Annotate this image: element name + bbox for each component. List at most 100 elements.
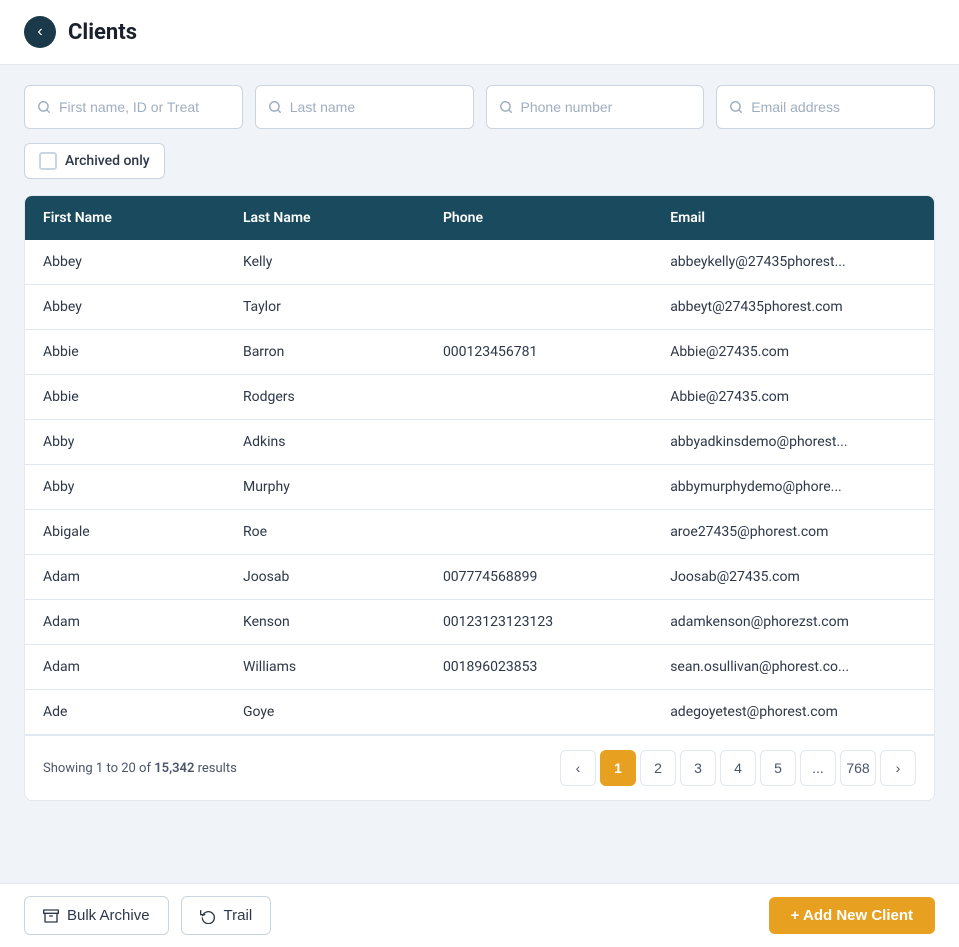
cell-phone (425, 690, 652, 735)
page-4-button[interactable]: 4 (720, 750, 756, 786)
cell-lastname: Kelly (225, 240, 425, 285)
cell-firstname: Abigale (25, 510, 225, 555)
page-3-button[interactable]: 3 (680, 750, 716, 786)
phone-search-input[interactable] (521, 99, 692, 115)
email-search-wrap (716, 85, 935, 129)
cell-phone (425, 285, 652, 330)
search-icon (499, 100, 513, 114)
firstname-search-input[interactable] (59, 99, 230, 115)
main-content: Archived only First Name Last Name Phone… (0, 65, 959, 880)
cell-lastname: Barron (225, 330, 425, 375)
table-row[interactable]: Abbey Taylor abbeyt@27435phorest.com (25, 285, 934, 330)
cell-phone: 000123456781 (425, 330, 652, 375)
cell-email: sean.osullivan@phorest.co... (652, 645, 934, 690)
cell-lastname: Adkins (225, 420, 425, 465)
cell-firstname: Abbey (25, 240, 225, 285)
cell-lastname: Goye (225, 690, 425, 735)
cell-firstname: Abbie (25, 375, 225, 420)
cell-firstname: Abbie (25, 330, 225, 375)
table-row[interactable]: Abigale Roe aroe27435@phorest.com (25, 510, 934, 555)
archive-icon (43, 908, 59, 924)
bulk-archive-button[interactable]: Bulk Archive (24, 896, 169, 935)
cell-email: Joosab@27435.com (652, 555, 934, 600)
cell-lastname: Kenson (225, 600, 425, 645)
search-icon (729, 100, 743, 114)
cell-lastname: Williams (225, 645, 425, 690)
cell-phone: 007774568899 (425, 555, 652, 600)
cell-firstname: Adam (25, 600, 225, 645)
trail-icon (200, 908, 216, 924)
archived-only-toggle[interactable]: Archived only (24, 143, 165, 179)
page-last-button[interactable]: 768 (840, 750, 876, 786)
table-row[interactable]: Abby Murphy abbymurphydemo@phore... (25, 465, 934, 510)
search-icon (268, 100, 282, 114)
add-new-client-button[interactable]: + Add New Client (769, 897, 935, 934)
page-header: ‹ Clients (0, 0, 959, 65)
table-row[interactable]: Abby Adkins abbyadkinsdemo@phorest... (25, 420, 934, 465)
cell-email: abbymurphydemo@phore... (652, 465, 934, 510)
pagination: ‹ 1 2 3 4 5 ... 768 › (560, 750, 916, 786)
table-row[interactable]: Adam Williams 001896023853 sean.osulliva… (25, 645, 934, 690)
table-row[interactable]: Adam Joosab 007774568899 Joosab@27435.co… (25, 555, 934, 600)
showing-text: Showing 1 to 20 of 15,342 results (43, 761, 237, 776)
cell-lastname: Rodgers (225, 375, 425, 420)
page-1-button[interactable]: 1 (600, 750, 636, 786)
cell-firstname: Abby (25, 465, 225, 510)
clients-table-container: First Name Last Name Phone Email Abbey K… (24, 195, 935, 801)
prev-page-button[interactable]: ‹ (560, 750, 596, 786)
footer-bar: Bulk Archive Trail + Add New Client (0, 883, 959, 947)
cell-firstname: Abby (25, 420, 225, 465)
cell-phone (425, 420, 652, 465)
back-button[interactable]: ‹ (24, 16, 56, 48)
page-ellipsis: ... (800, 750, 836, 786)
clients-table: First Name Last Name Phone Email Abbey K… (25, 196, 934, 735)
col-header-email: Email (652, 196, 934, 240)
cell-phone: 001896023853 (425, 645, 652, 690)
email-search-input[interactable] (751, 99, 922, 115)
lastname-search-wrap (255, 85, 474, 129)
cell-lastname: Joosab (225, 555, 425, 600)
table-row[interactable]: Adam Kenson 00123123123123 adamkenson@ph… (25, 600, 934, 645)
firstname-search-wrap (24, 85, 243, 129)
archived-label: Archived only (65, 153, 150, 169)
cell-firstname: Abbey (25, 285, 225, 330)
pagination-row: Showing 1 to 20 of 15,342 results ‹ 1 2 … (25, 735, 934, 800)
page-5-button[interactable]: 5 (760, 750, 796, 786)
cell-email: adamkenson@phorezst.com (652, 600, 934, 645)
cell-email: Abbie@27435.com (652, 375, 934, 420)
table-row[interactable]: Abbie Rodgers Abbie@27435.com (25, 375, 934, 420)
cell-lastname: Taylor (225, 285, 425, 330)
cell-firstname: Ade (25, 690, 225, 735)
cell-firstname: Adam (25, 555, 225, 600)
footer-left-actions: Bulk Archive Trail (24, 896, 271, 935)
page-2-button[interactable]: 2 (640, 750, 676, 786)
cell-lastname: Murphy (225, 465, 425, 510)
col-header-lastname: Last Name (225, 196, 425, 240)
table-body: Abbey Kelly abbeykelly@27435phorest... A… (25, 240, 934, 735)
cell-phone (425, 510, 652, 555)
cell-phone: 00123123123123 (425, 600, 652, 645)
cell-phone (425, 465, 652, 510)
search-row (24, 85, 935, 129)
cell-email: abbeyt@27435phorest.com (652, 285, 934, 330)
table-row[interactable]: Abbie Barron 000123456781 Abbie@27435.co… (25, 330, 934, 375)
search-icon (37, 100, 51, 114)
cell-lastname: Roe (225, 510, 425, 555)
phone-search-wrap (486, 85, 705, 129)
cell-email: adegoyetest@phorest.com (652, 690, 934, 735)
next-page-button[interactable]: › (880, 750, 916, 786)
table-row[interactable]: Ade Goye adegoyetest@phorest.com (25, 690, 934, 735)
cell-firstname: Adam (25, 645, 225, 690)
page-title: Clients (68, 20, 137, 45)
cell-email: abbeykelly@27435phorest... (652, 240, 934, 285)
trail-button[interactable]: Trail (181, 896, 272, 935)
table-header: First Name Last Name Phone Email (25, 196, 934, 240)
table-row[interactable]: Abbey Kelly abbeykelly@27435phorest... (25, 240, 934, 285)
lastname-search-input[interactable] (290, 99, 461, 115)
cell-email: Abbie@27435.com (652, 330, 934, 375)
cell-phone (425, 240, 652, 285)
cell-email: abbyadkinsdemo@phorest... (652, 420, 934, 465)
cell-phone (425, 375, 652, 420)
archived-row: Archived only (24, 143, 935, 179)
archived-checkbox[interactable] (39, 152, 57, 170)
